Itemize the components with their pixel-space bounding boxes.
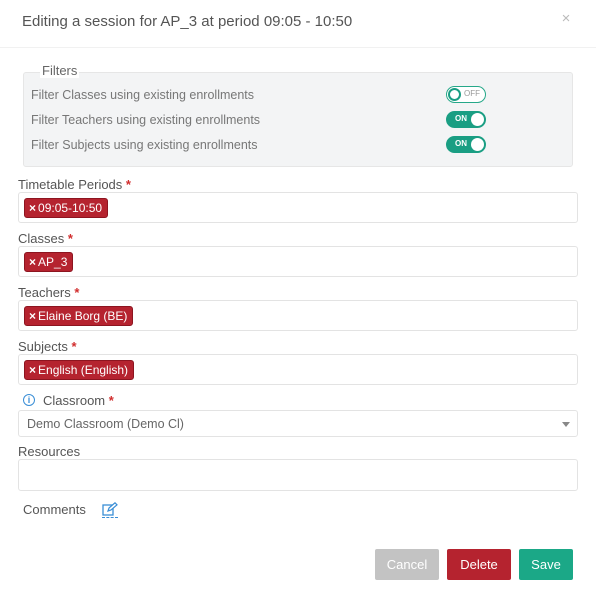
classes-field[interactable]: × AP_3	[18, 246, 578, 277]
filter-teachers-label: Filter Teachers using existing enrollmen…	[31, 113, 261, 127]
filter-teachers-toggle[interactable]: ON	[446, 111, 486, 128]
required-marker: *	[71, 339, 77, 354]
toggle-state: ON	[455, 139, 467, 148]
filters-legend: Filters	[40, 63, 80, 78]
subjects-field[interactable]: × English (English)	[18, 354, 578, 385]
header-divider	[0, 47, 596, 48]
class-tag: × AP_3	[24, 252, 74, 272]
required-marker: *	[67, 231, 73, 246]
subject-tag: × English (English)	[24, 360, 135, 380]
info-icon[interactable]: i	[23, 394, 35, 406]
toggle-knob	[471, 138, 484, 151]
classroom-label: Classroom *	[43, 393, 114, 408]
tag-label: Elaine Borg (BE)	[38, 309, 128, 323]
teachers-label-text: Teachers	[18, 285, 71, 300]
timetable-periods-label: Timetable Periods *	[18, 177, 131, 192]
subjects-label-text: Subjects	[18, 339, 68, 354]
chevron-down-icon	[562, 422, 570, 427]
resources-label: Resources	[18, 444, 81, 459]
classes-label: Classes *	[18, 231, 73, 246]
classroom-selected-value: Demo Classroom (Demo Cl)	[27, 417, 184, 431]
toggle-knob	[448, 88, 461, 101]
edit-session-dialog: Editing a session for AP_3 at period 09:…	[0, 0, 596, 595]
subjects-label: Subjects *	[18, 339, 77, 354]
teacher-tag: × Elaine Borg (BE)	[24, 306, 134, 326]
toggle-state: OFF	[464, 89, 480, 98]
save-button[interactable]: Save	[519, 549, 573, 580]
tag-label: English (English)	[38, 363, 129, 377]
classroom-select[interactable]: Demo Classroom (Demo Cl)	[18, 410, 578, 437]
required-marker: *	[108, 393, 114, 408]
cancel-button[interactable]: Cancel	[375, 549, 439, 580]
timetable-periods-label-text: Timetable Periods	[18, 177, 123, 192]
teachers-field[interactable]: × Elaine Borg (BE)	[18, 300, 578, 331]
remove-tag-icon[interactable]: ×	[29, 309, 36, 323]
timetable-period-tag: × 09:05-10:50	[24, 198, 109, 218]
filter-teachers-row: Filter Teachers using existing enrollmen…	[31, 111, 561, 131]
edit-icon[interactable]	[102, 501, 118, 518]
filter-classes-toggle[interactable]: OFF	[446, 86, 486, 103]
classes-label-text: Classes	[18, 231, 65, 246]
required-marker: *	[125, 177, 131, 192]
resources-field[interactable]	[18, 459, 578, 491]
filter-classes-row: Filter Classes using existing enrollment…	[31, 86, 561, 106]
teachers-label: Teachers *	[18, 285, 79, 300]
toggle-knob	[471, 113, 484, 126]
filter-subjects-label: Filter Subjects using existing enrollmen…	[31, 138, 258, 152]
timetable-periods-field[interactable]: × 09:05-10:50	[18, 192, 578, 223]
comments-label: Comments	[23, 502, 86, 517]
classroom-label-text: Classroom	[43, 393, 106, 408]
close-icon[interactable]: ×	[558, 11, 574, 27]
tag-label: 09:05-10:50	[38, 201, 103, 215]
remove-tag-icon[interactable]: ×	[29, 255, 36, 269]
remove-tag-icon[interactable]: ×	[29, 363, 36, 377]
filter-subjects-toggle[interactable]: ON	[446, 136, 486, 153]
filter-classes-label: Filter Classes using existing enrollment…	[31, 88, 255, 102]
required-marker: *	[74, 285, 80, 300]
tag-label: AP_3	[38, 255, 68, 269]
remove-tag-icon[interactable]: ×	[29, 201, 36, 215]
toggle-state: ON	[455, 114, 467, 123]
dialog-title: Editing a session for AP_3 at period 09:…	[22, 13, 353, 30]
filter-subjects-row: Filter Subjects using existing enrollmen…	[31, 136, 561, 156]
delete-button[interactable]: Delete	[447, 549, 511, 580]
